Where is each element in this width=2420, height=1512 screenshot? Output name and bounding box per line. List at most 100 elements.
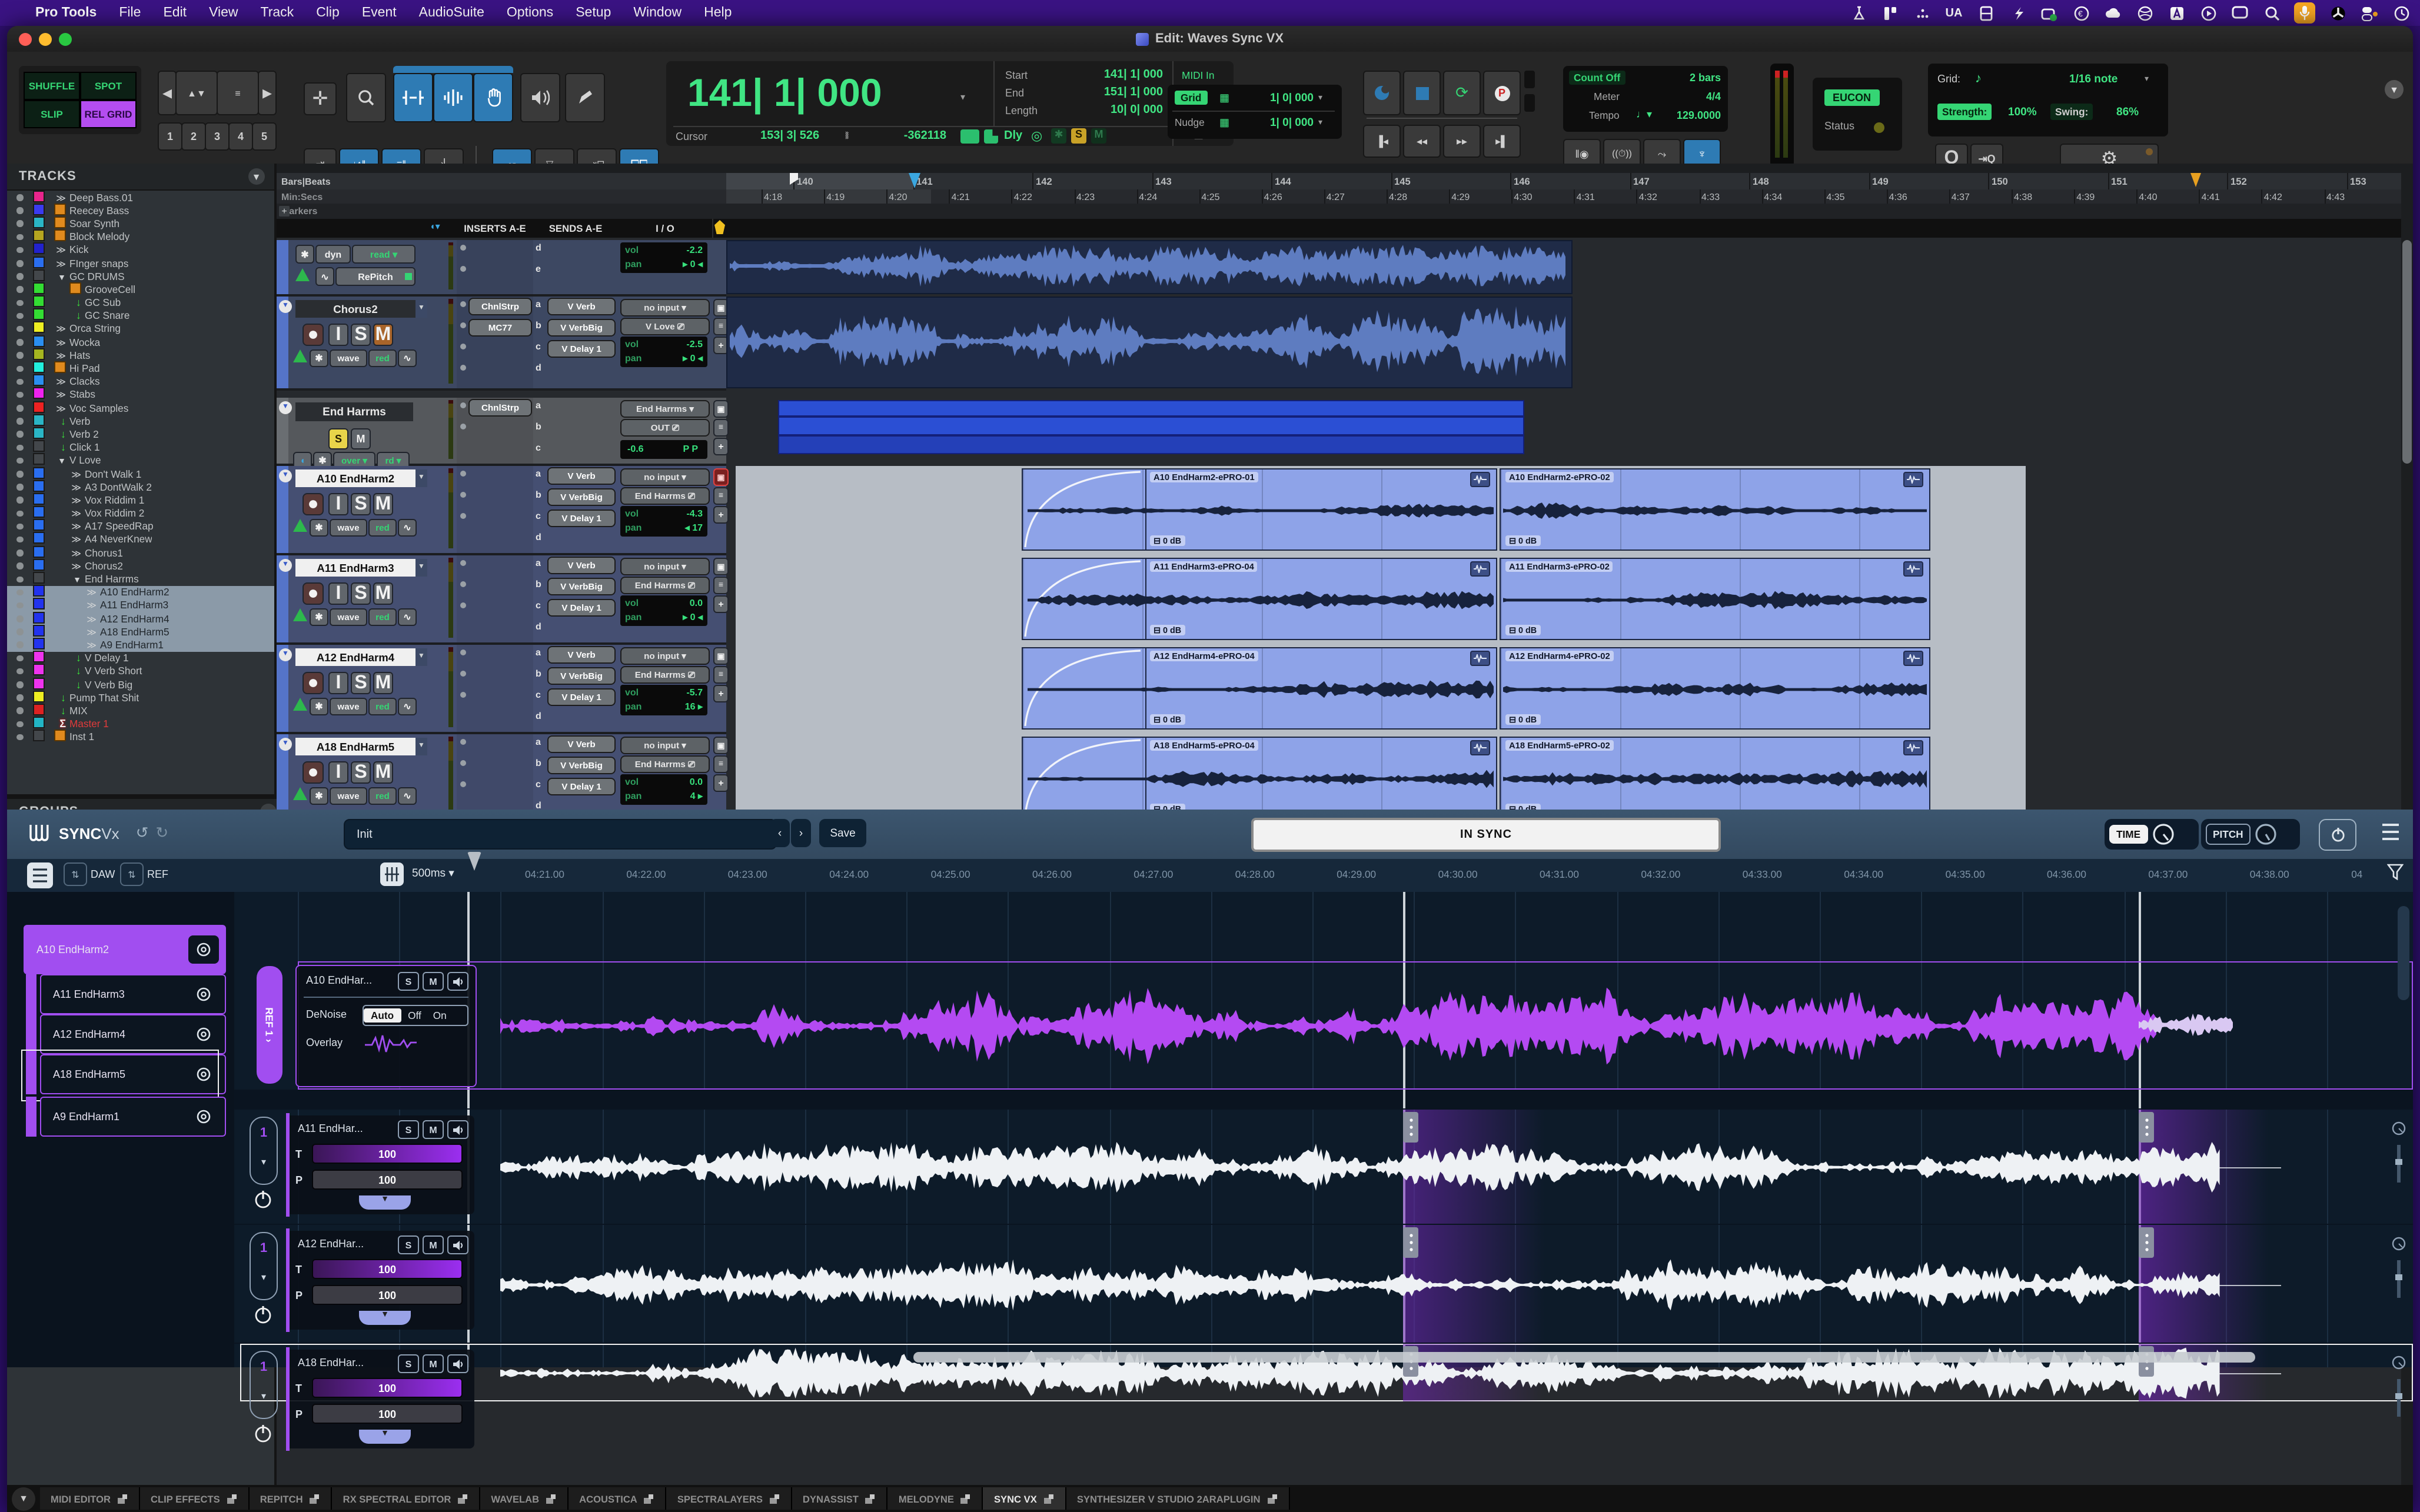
track-list-item[interactable]: ↓V Verb Big xyxy=(7,678,274,691)
menu-event[interactable]: Event xyxy=(362,6,397,20)
track-list-item[interactable]: ▼End Harrms xyxy=(7,572,274,585)
extra-icon-button[interactable]: ∿ xyxy=(398,698,417,715)
insert-dot[interactable] xyxy=(460,471,466,477)
clip-gain-badge[interactable]: ⊟ 0 dB xyxy=(1150,714,1185,725)
denoise-auto[interactable]: Auto xyxy=(364,1008,401,1023)
strength-label[interactable]: Strength: xyxy=(1937,104,1992,120)
lane-number-chevron[interactable]: ▾ xyxy=(251,1272,277,1283)
clip-gain-badge[interactable]: ⊟ 0 dB xyxy=(1150,625,1185,635)
time-knob[interactable] xyxy=(2152,824,2173,845)
spot-mode-button[interactable]: SPOT xyxy=(80,72,137,100)
dock-tab-melodyne[interactable]: MELODYNE xyxy=(888,1487,983,1510)
undo-icon[interactable]: ↺ xyxy=(136,824,149,842)
view-selector-icon[interactable]: ◖▾ xyxy=(430,221,440,232)
in-sync-bar[interactable]: IN SYNC xyxy=(1251,818,1721,852)
clip-elastic-icon[interactable] xyxy=(1903,740,1923,755)
input-monitor-icon[interactable]: ◎ xyxy=(1031,128,1042,144)
plugin-track-item[interactable]: A9 EndHarm1 xyxy=(40,1097,226,1137)
clip-elastic-icon[interactable] xyxy=(1470,740,1490,755)
clock-icon[interactable] xyxy=(2392,4,2411,22)
record-enable-button[interactable]: ● xyxy=(302,582,324,605)
pre-roll-button[interactable]: P xyxy=(1483,71,1521,115)
extra-icon-button[interactable]: ∿ xyxy=(398,787,417,805)
meter-value[interactable]: 4/4 xyxy=(1706,91,1721,102)
elastic-audio-badge[interactable] xyxy=(960,129,979,144)
track-list-item[interactable]: ≫Voc Samples xyxy=(7,401,274,414)
mini-square-button[interactable]: ▣ xyxy=(713,400,729,418)
dock-tab-spectralayers[interactable]: SPECTRALAYERS xyxy=(667,1487,792,1510)
grid-value-label[interactable]: Grid xyxy=(1175,91,1207,105)
track-list-item[interactable]: ≫Hats xyxy=(7,349,274,362)
track-list-item[interactable]: ≫Orca String xyxy=(7,322,274,335)
lane-solo-button[interactable]: S xyxy=(398,1354,419,1373)
lane-power-button[interactable] xyxy=(253,1424,273,1444)
display-icon[interactable] xyxy=(2230,4,2249,22)
insert-dot[interactable] xyxy=(460,245,466,251)
ref-1-tab[interactable]: REF 1 › xyxy=(257,966,282,1084)
denoise-off[interactable]: Off xyxy=(401,1010,428,1021)
send-slot[interactable]: V VerbBig xyxy=(547,319,616,337)
zoom-preset-1[interactable]: 1 xyxy=(158,122,182,151)
solo-safe-red-button[interactable]: ▣ xyxy=(713,468,729,486)
grabber-tool[interactable] xyxy=(473,73,513,122)
track-name[interactable]: Chorus2 xyxy=(295,300,415,318)
io-input[interactable]: no input ▾ xyxy=(620,737,710,754)
zoom-preset-2[interactable]: 2 xyxy=(181,122,206,151)
zoom-preset-5[interactable]: 5 xyxy=(252,122,277,151)
track-list-item[interactable]: ≫Chorus2 xyxy=(7,559,274,572)
menu-file[interactable]: File xyxy=(119,6,141,20)
mini-square-button[interactable]: ▣ xyxy=(713,647,729,665)
track-list-item[interactable]: ≫A3 DontWalk 2 xyxy=(7,480,274,493)
pitch-button[interactable]: PITCH xyxy=(2206,824,2251,845)
elastic-triangle-icon[interactable] xyxy=(293,608,307,621)
mute-button[interactable]: M xyxy=(373,324,393,346)
track-list-item[interactable]: ↓Verb xyxy=(7,414,274,427)
insert-dot[interactable] xyxy=(460,602,466,608)
lane-mute-button[interactable]: M xyxy=(423,1354,444,1373)
lane-mute-button[interactable]: M xyxy=(423,1235,444,1254)
swing-label[interactable]: Swing: xyxy=(2050,104,2093,120)
grid-value[interactable]: 1| 0| 000 xyxy=(1238,92,1314,105)
play-circle-icon[interactable] xyxy=(2199,4,2218,22)
dock-tab-clip-effects[interactable]: CLIP EFFECTS xyxy=(140,1487,250,1510)
plugin-v-scrollbar[interactable] xyxy=(2398,906,2409,1000)
segment-grip-handle[interactable] xyxy=(1403,1227,1418,1258)
fan-icon[interactable] xyxy=(2328,4,2347,22)
tempo-value[interactable]: 129.0000 xyxy=(1677,109,1721,121)
playlist-red-button[interactable]: red xyxy=(368,349,397,367)
audio-clip-band[interactable] xyxy=(726,240,1573,294)
track-list-item[interactable]: ≫Clacks xyxy=(7,375,274,388)
menu-edit[interactable]: Edit xyxy=(163,6,187,20)
dock-tab-synthesizer-v-studio-2araplugin[interactable]: SYNTHESIZER V STUDIO 2ARAPLUGIN xyxy=(1066,1487,1290,1510)
plugin-power-button[interactable] xyxy=(2319,819,2356,851)
insert-dot[interactable] xyxy=(460,781,466,787)
plugin-track-item[interactable]: A12 EndHarm4 xyxy=(40,1014,226,1054)
clip-gain-badge[interactable]: ⊟ 0 dB xyxy=(1505,714,1540,725)
automation-suspend-icon[interactable]: ✱ xyxy=(1051,128,1066,144)
clip-gain-badge[interactable]: ⊟ 0 dB xyxy=(1150,535,1185,546)
overlay-waveform-icon[interactable] xyxy=(363,1032,417,1060)
global-solo-indicator[interactable]: S xyxy=(1071,128,1086,144)
send-slot[interactable]: V VerbBig xyxy=(547,488,616,506)
plugin-h-scrollbar[interactable] xyxy=(913,1352,2255,1363)
redo-icon[interactable]: ↻ xyxy=(155,824,168,842)
send-slot[interactable]: V Delay 1 xyxy=(547,599,616,617)
track-list-item[interactable]: ≫A11 EndHarm3 xyxy=(7,599,274,612)
extra-icon-button[interactable]: ∿ xyxy=(398,608,417,626)
lane-expand-tab[interactable]: ▼ xyxy=(359,1311,411,1325)
track-list-item[interactable]: ≫Chorus1 xyxy=(7,546,274,559)
denoise-on[interactable]: On xyxy=(428,1010,451,1021)
track-list-item[interactable]: ↓MIX xyxy=(7,704,274,717)
track-list-item[interactable]: ≫A17 SpeedRap xyxy=(7,519,274,532)
audio-clip[interactable]: A12 EndHarm4-ePRO-02⊟ 0 dB xyxy=(1500,647,1930,730)
q-grid-dropdown[interactable]: ▾ xyxy=(2145,74,2149,84)
shuffle-mode-button[interactable]: SHUFFLE xyxy=(24,72,80,100)
midi-zoom-button[interactable]: ≡ xyxy=(217,71,259,115)
insert-dot[interactable] xyxy=(460,365,466,371)
add-lane-button[interactable]: + xyxy=(713,506,729,524)
comments-button[interactable]: ≡ xyxy=(713,577,729,594)
track-collapse-chevron[interactable]: ▼ xyxy=(279,401,292,414)
track-list-item[interactable]: ↓Verb 2 xyxy=(7,428,274,441)
menu-track[interactable]: Track xyxy=(261,6,294,20)
clip-gain-badge[interactable]: ⊟ 0 dB xyxy=(1505,625,1540,635)
